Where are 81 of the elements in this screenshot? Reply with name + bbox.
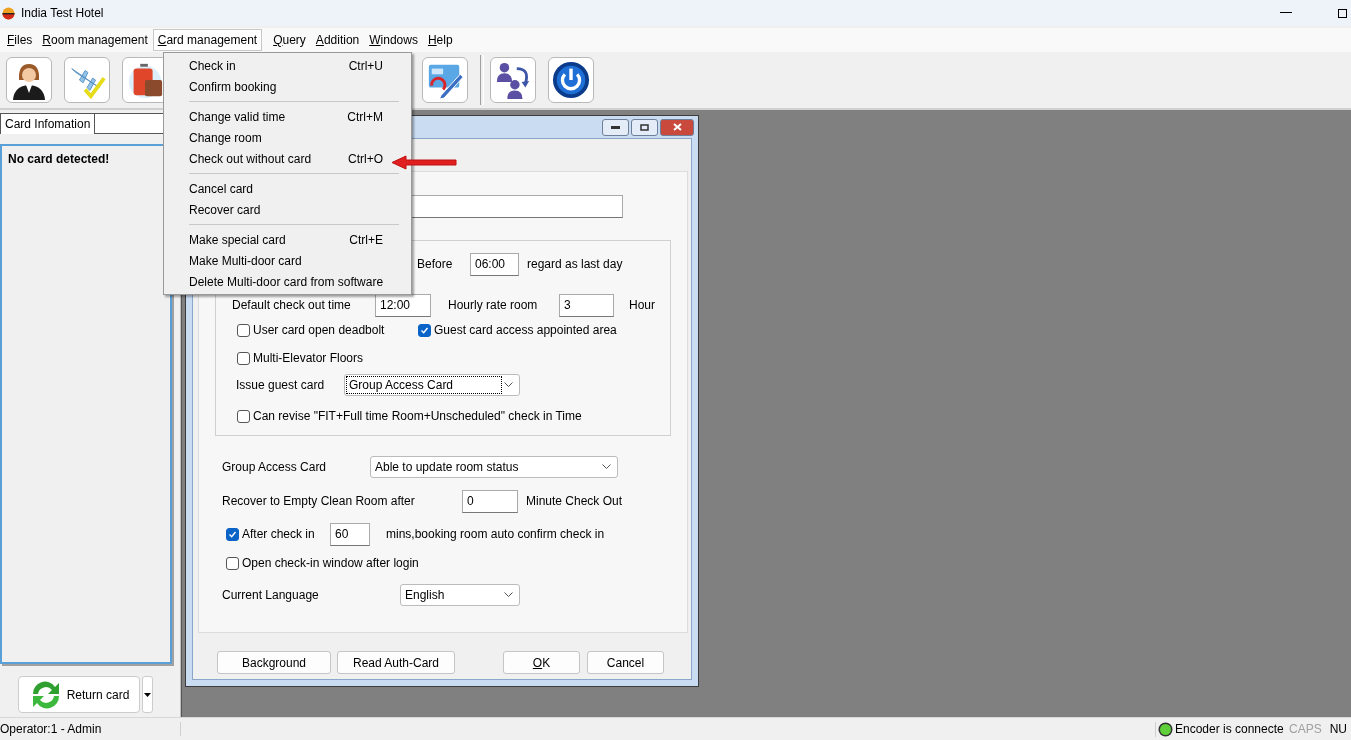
check-icon <box>420 325 429 335</box>
chevron-icon <box>504 382 513 388</box>
dropdown[interactable]: Able to update room status <box>370 456 618 478</box>
menu-item[interactable]: Make special card Ctrl+E <box>164 229 411 250</box>
unit-label: Minute Check Out <box>526 494 623 508</box>
checkbox-label: Can revise "FIT+Full time Room+Unscheduled" check in Time <box>253 409 582 423</box>
time-field[interactable]: 12:00 <box>375 293 431 317</box>
menu-item[interactable]: Make Multi-door card <box>164 250 411 271</box>
dialog-button[interactable]: OK <box>503 651 580 674</box>
text-field[interactable]: 60 <box>330 522 370 546</box>
checkbox[interactable] <box>237 323 250 337</box>
dropdown-button[interactable] <box>142 676 153 713</box>
menu-bar-item[interactable]: Query <box>268 29 311 51</box>
menu-bar-item[interactable]: Windows <box>364 29 423 51</box>
power-icon <box>552 60 590 100</box>
encoder-status: Encoder is connecte <box>1174 722 1284 736</box>
chevron-icon <box>504 592 513 598</box>
unit-label: Hour <box>629 298 655 312</box>
return-card-button[interactable]: Return card <box>18 676 140 713</box>
app-icon <box>2 6 15 20</box>
field-label: Current Language <box>222 588 319 602</box>
checkbox[interactable] <box>237 409 250 423</box>
check-icon <box>228 529 237 539</box>
caret-icon <box>144 692 151 697</box>
checkbox[interactable] <box>237 351 250 365</box>
dropdown[interactable]: Group Access Card <box>344 374 520 396</box>
dialog-button[interactable]: Read Auth-Card <box>337 651 455 674</box>
chevron-icon <box>602 464 611 470</box>
checkbox-label: After check in <box>242 527 315 541</box>
minimize-icon[interactable] <box>1280 12 1292 14</box>
checkbox-label: Open check-in window after login <box>242 556 419 570</box>
maximize-icon <box>640 123 649 131</box>
dropdown[interactable]: English <box>400 584 520 606</box>
menu-item[interactable]: Change room <box>164 127 411 148</box>
checkbox-label: Guest card access appointed area <box>434 323 617 337</box>
menu-bar-item[interactable]: Card management <box>152 29 263 51</box>
caps-lock-indicator: CAPS <box>1287 722 1323 736</box>
field-label: mins,booking room auto confirm check in <box>386 527 605 541</box>
menu-item[interactable]: Recover card <box>164 199 411 220</box>
checkbox-label: Multi-Elevator Floors <box>253 351 364 365</box>
minimize-button[interactable] <box>602 118 629 136</box>
menu-item[interactable]: Change valid time Ctrl+M <box>164 106 411 127</box>
dialog-button[interactable]: Background <box>217 651 331 674</box>
field-label: Group Access Card <box>222 460 327 474</box>
text-field[interactable]: 0 <box>462 489 518 513</box>
maximize-icon[interactable] <box>1338 8 1347 18</box>
field-label: Recover to Empty Clean Room after <box>222 494 415 508</box>
menu-bar-item[interactable]: Help <box>422 29 458 51</box>
menu-item[interactable]: Check in Ctrl+U <box>164 55 411 76</box>
toolbar-button[interactable] <box>490 57 536 103</box>
field-label: Default check out time <box>232 298 351 312</box>
checkbox[interactable] <box>226 527 239 541</box>
menu-item[interactable]: Confirm booking <box>164 76 411 97</box>
checkbox-label: User card open deadbolt <box>253 323 385 337</box>
operator-status: Operator:1 - Admin <box>0 722 181 736</box>
field-label: Hourly rate room <box>448 298 538 312</box>
num-lock-indicator: NU <box>1328 722 1348 736</box>
menu-item[interactable]: Delete Multi-door card from software <box>164 271 411 292</box>
window-title: India Test Hotel <box>21 6 105 20</box>
checkbox[interactable] <box>226 556 239 570</box>
text-field[interactable]: 3 <box>559 293 614 317</box>
pointer-arrow <box>390 155 458 170</box>
menu-bar-item[interactable]: Addition <box>310 29 365 51</box>
field-label: regard as last day <box>527 257 623 271</box>
maximize-button[interactable] <box>631 118 658 136</box>
field-label: Before <box>417 257 453 271</box>
dialog-button[interactable]: Cancel <box>587 651 664 674</box>
menu-bar-item[interactable]: Room management <box>37 29 153 51</box>
time-field[interactable]: 06:00 <box>470 252 519 276</box>
close-button[interactable] <box>660 118 694 136</box>
card-status-message: No card detected! <box>8 152 110 166</box>
menu-item[interactable]: Cancel card <box>164 178 411 199</box>
users-swap-icon <box>494 60 532 100</box>
toolbar-button[interactable] <box>548 57 594 103</box>
minimize-icon <box>611 125 620 129</box>
toolbar-button[interactable] <box>6 57 52 103</box>
tab[interactable]: Card Infomation <box>0 113 96 134</box>
field-label: Issue guest card <box>236 378 325 392</box>
checkbox[interactable] <box>418 323 431 337</box>
menu-bar-item[interactable]: Files <box>2 29 38 51</box>
close-icon <box>672 123 682 131</box>
